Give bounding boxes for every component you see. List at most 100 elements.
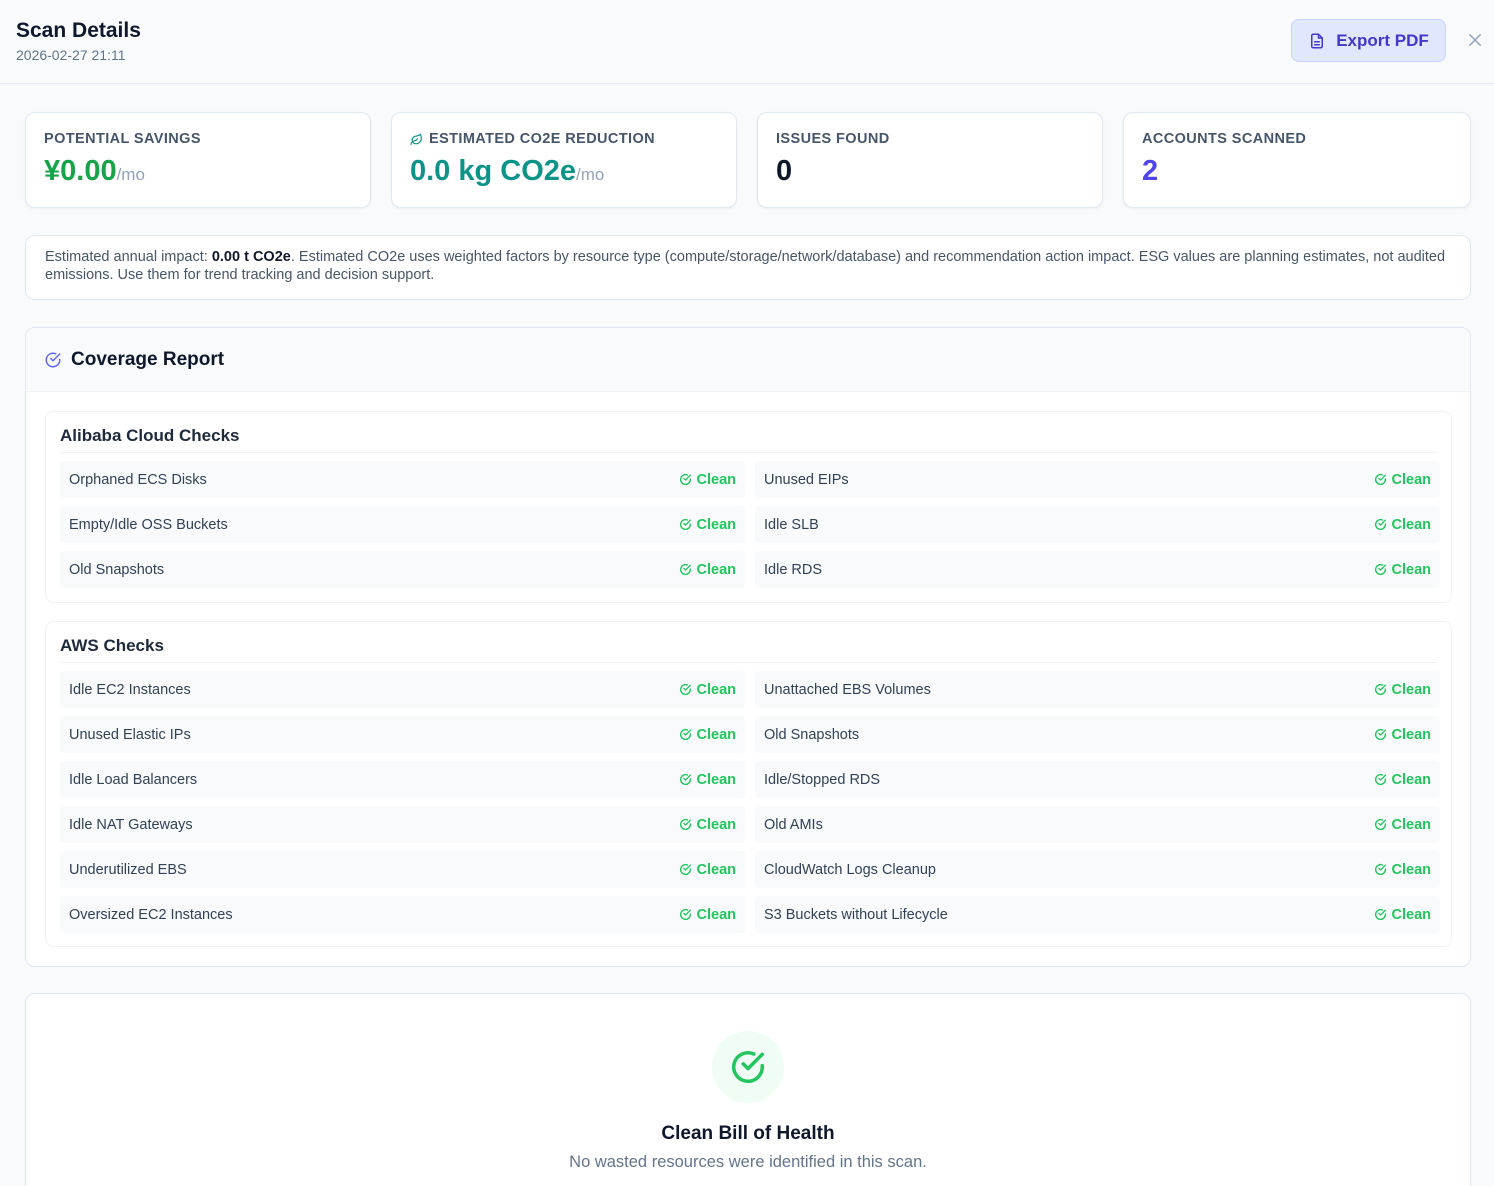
check-circle-icon	[679, 818, 691, 831]
status-label: Clean	[1391, 516, 1432, 533]
check-row: CloudWatch Logs Cleanup Clean	[755, 851, 1440, 888]
check-circle-icon	[679, 683, 691, 696]
check-status: Clean	[1374, 771, 1432, 788]
check-row: Idle EC2 Instances Clean	[60, 671, 745, 708]
close-button[interactable]	[1462, 27, 1488, 53]
check-status: Clean	[679, 861, 737, 878]
scan-timestamp: 2026-02-27 21:11	[16, 47, 126, 63]
export-pdf-button[interactable]: Export PDF	[1291, 19, 1446, 62]
status-label: Clean	[696, 516, 737, 533]
check-name: Old Snapshots	[69, 561, 165, 578]
stat-value: 0	[776, 155, 792, 188]
health-subtitle: No wasted resources were identified in t…	[569, 1153, 927, 1171]
check-row: Old Snapshots Clean	[60, 551, 745, 588]
coverage-title: Coverage Report	[71, 348, 225, 370]
stat-card-savings: POTENTIAL SAVINGS ¥0.00/mo	[25, 112, 371, 208]
check-status: Clean	[679, 772, 736, 788]
check-name: Orphaned ECS Disks	[69, 471, 207, 488]
check-name: Unused Elastic IPs	[69, 726, 191, 743]
modal-header: Scan Details 2026-02-27 21:11 Export PDF	[0, 0, 1494, 84]
stat-card-co2: ESTIMATED CO2E REDUCTION 0.0 kg CO2e/mo	[391, 112, 737, 208]
check-name: Idle RDS	[764, 561, 823, 578]
coverage-report: Coverage Report Alibaba Cloud Checks Orp…	[25, 327, 1471, 967]
status-label: Clean	[696, 861, 737, 878]
status-label: Clean	[1391, 726, 1432, 743]
status-label: Clean	[1391, 771, 1432, 788]
check-circle-icon	[679, 518, 691, 531]
stat-label: ESTIMATED CO2E REDUCTION	[429, 131, 656, 147]
stat-label-row: ESTIMATED CO2E REDUCTION	[410, 131, 655, 147]
stat-value: ¥0.00/mo	[44, 155, 145, 188]
check-circle-icon	[1374, 818, 1386, 831]
check-circle-icon	[45, 352, 61, 367]
check-row: S3 Buckets without Lifecycle Clean	[755, 896, 1440, 933]
check-row: Unused Elastic IPs Clean	[60, 716, 745, 753]
check-status: Clean	[1374, 907, 1431, 923]
check-status: Clean	[1374, 681, 1432, 698]
check-name: Idle NAT Gateways	[69, 816, 193, 833]
check-status: Clean	[1374, 726, 1432, 743]
status-label: Clean	[1391, 681, 1432, 698]
check-name: Old AMIs	[764, 816, 823, 833]
check-name: Unattached EBS Volumes	[764, 681, 931, 698]
stat-value-text: 2	[1142, 155, 1159, 187]
check-status: Clean	[679, 562, 736, 578]
check-status: Clean	[679, 471, 737, 488]
stat-label: ACCOUNTS SCANNED	[1142, 131, 1307, 147]
check-row: Idle RDS Clean	[755, 551, 1440, 588]
status-label: Clean	[1391, 861, 1432, 878]
check-name: Underutilized EBS	[69, 861, 187, 878]
stat-label: POTENTIAL SAVINGS	[44, 131, 201, 147]
stat-card-accounts: ACCOUNTS SCANNED 2	[1123, 112, 1471, 208]
check-circle-icon	[1374, 518, 1386, 531]
checks-grid: Orphaned ECS Disks Clean Unused EIPs Clean E…	[60, 461, 1440, 588]
check-status: Clean	[1374, 472, 1431, 488]
check-circle-icon	[1374, 728, 1386, 741]
health-panel: Clean Bill of Health No wasted resources…	[25, 993, 1471, 1186]
check-status: Clean	[679, 516, 737, 533]
check-name: Unused EIPs	[764, 471, 849, 488]
check-row: Idle NAT Gateways Clean	[60, 806, 745, 843]
section-divider	[60, 662, 1437, 663]
check-row: Underutilized EBS Clean	[60, 851, 745, 888]
stat-unit: /mo	[576, 165, 605, 184]
check-circle-icon	[1374, 473, 1386, 486]
check-circle-icon	[679, 863, 691, 876]
check-circle-icon	[732, 1051, 764, 1083]
status-label: Clean	[696, 681, 737, 698]
check-circle-icon	[679, 908, 691, 921]
export-pdf-label: Export PDF	[1336, 30, 1429, 50]
esg-note: Estimated annual impact: 0.00 t CO2e. Es…	[25, 235, 1471, 300]
check-status: Clean	[1374, 861, 1432, 878]
check-name: S3 Buckets without Lifecycle	[764, 906, 948, 923]
check-circle-icon	[679, 728, 691, 741]
close-icon	[1469, 34, 1481, 46]
section-title: Alibaba Cloud Checks	[60, 426, 240, 445]
check-name: Idle/Stopped RDS	[764, 771, 881, 788]
check-name: Idle SLB	[764, 516, 819, 533]
section-divider	[60, 452, 1437, 453]
stat-value-text: 0	[776, 155, 793, 187]
status-label: Clean	[696, 726, 737, 743]
status-label: Clean	[696, 471, 737, 488]
check-status: Clean	[1374, 516, 1432, 533]
document-icon	[1311, 33, 1324, 48]
check-status: Clean	[679, 681, 737, 698]
check-circle-icon	[1374, 773, 1386, 786]
check-name: CloudWatch Logs Cleanup	[764, 861, 936, 878]
note-prefix: Estimated annual impact:	[45, 249, 212, 265]
check-circle-icon	[679, 563, 691, 576]
check-row: Empty/Idle OSS Buckets Clean	[60, 506, 745, 543]
health-title: Clean Bill of Health	[661, 1123, 835, 1144]
stat-card-issues: ISSUES FOUND 0	[757, 112, 1103, 208]
coverage-header: Coverage Report	[26, 328, 1470, 392]
check-status: Clean	[679, 726, 737, 743]
stat-label: ISSUES FOUND	[776, 131, 890, 147]
check-circle-icon	[1374, 563, 1386, 576]
page-title: Scan Details	[16, 19, 141, 42]
check-circle-icon	[1374, 863, 1386, 876]
check-name: Empty/Idle OSS Buckets	[69, 516, 228, 533]
section-title: AWS Checks	[60, 636, 164, 655]
check-name: Old Snapshots	[764, 726, 860, 743]
check-circle-icon	[679, 473, 691, 486]
